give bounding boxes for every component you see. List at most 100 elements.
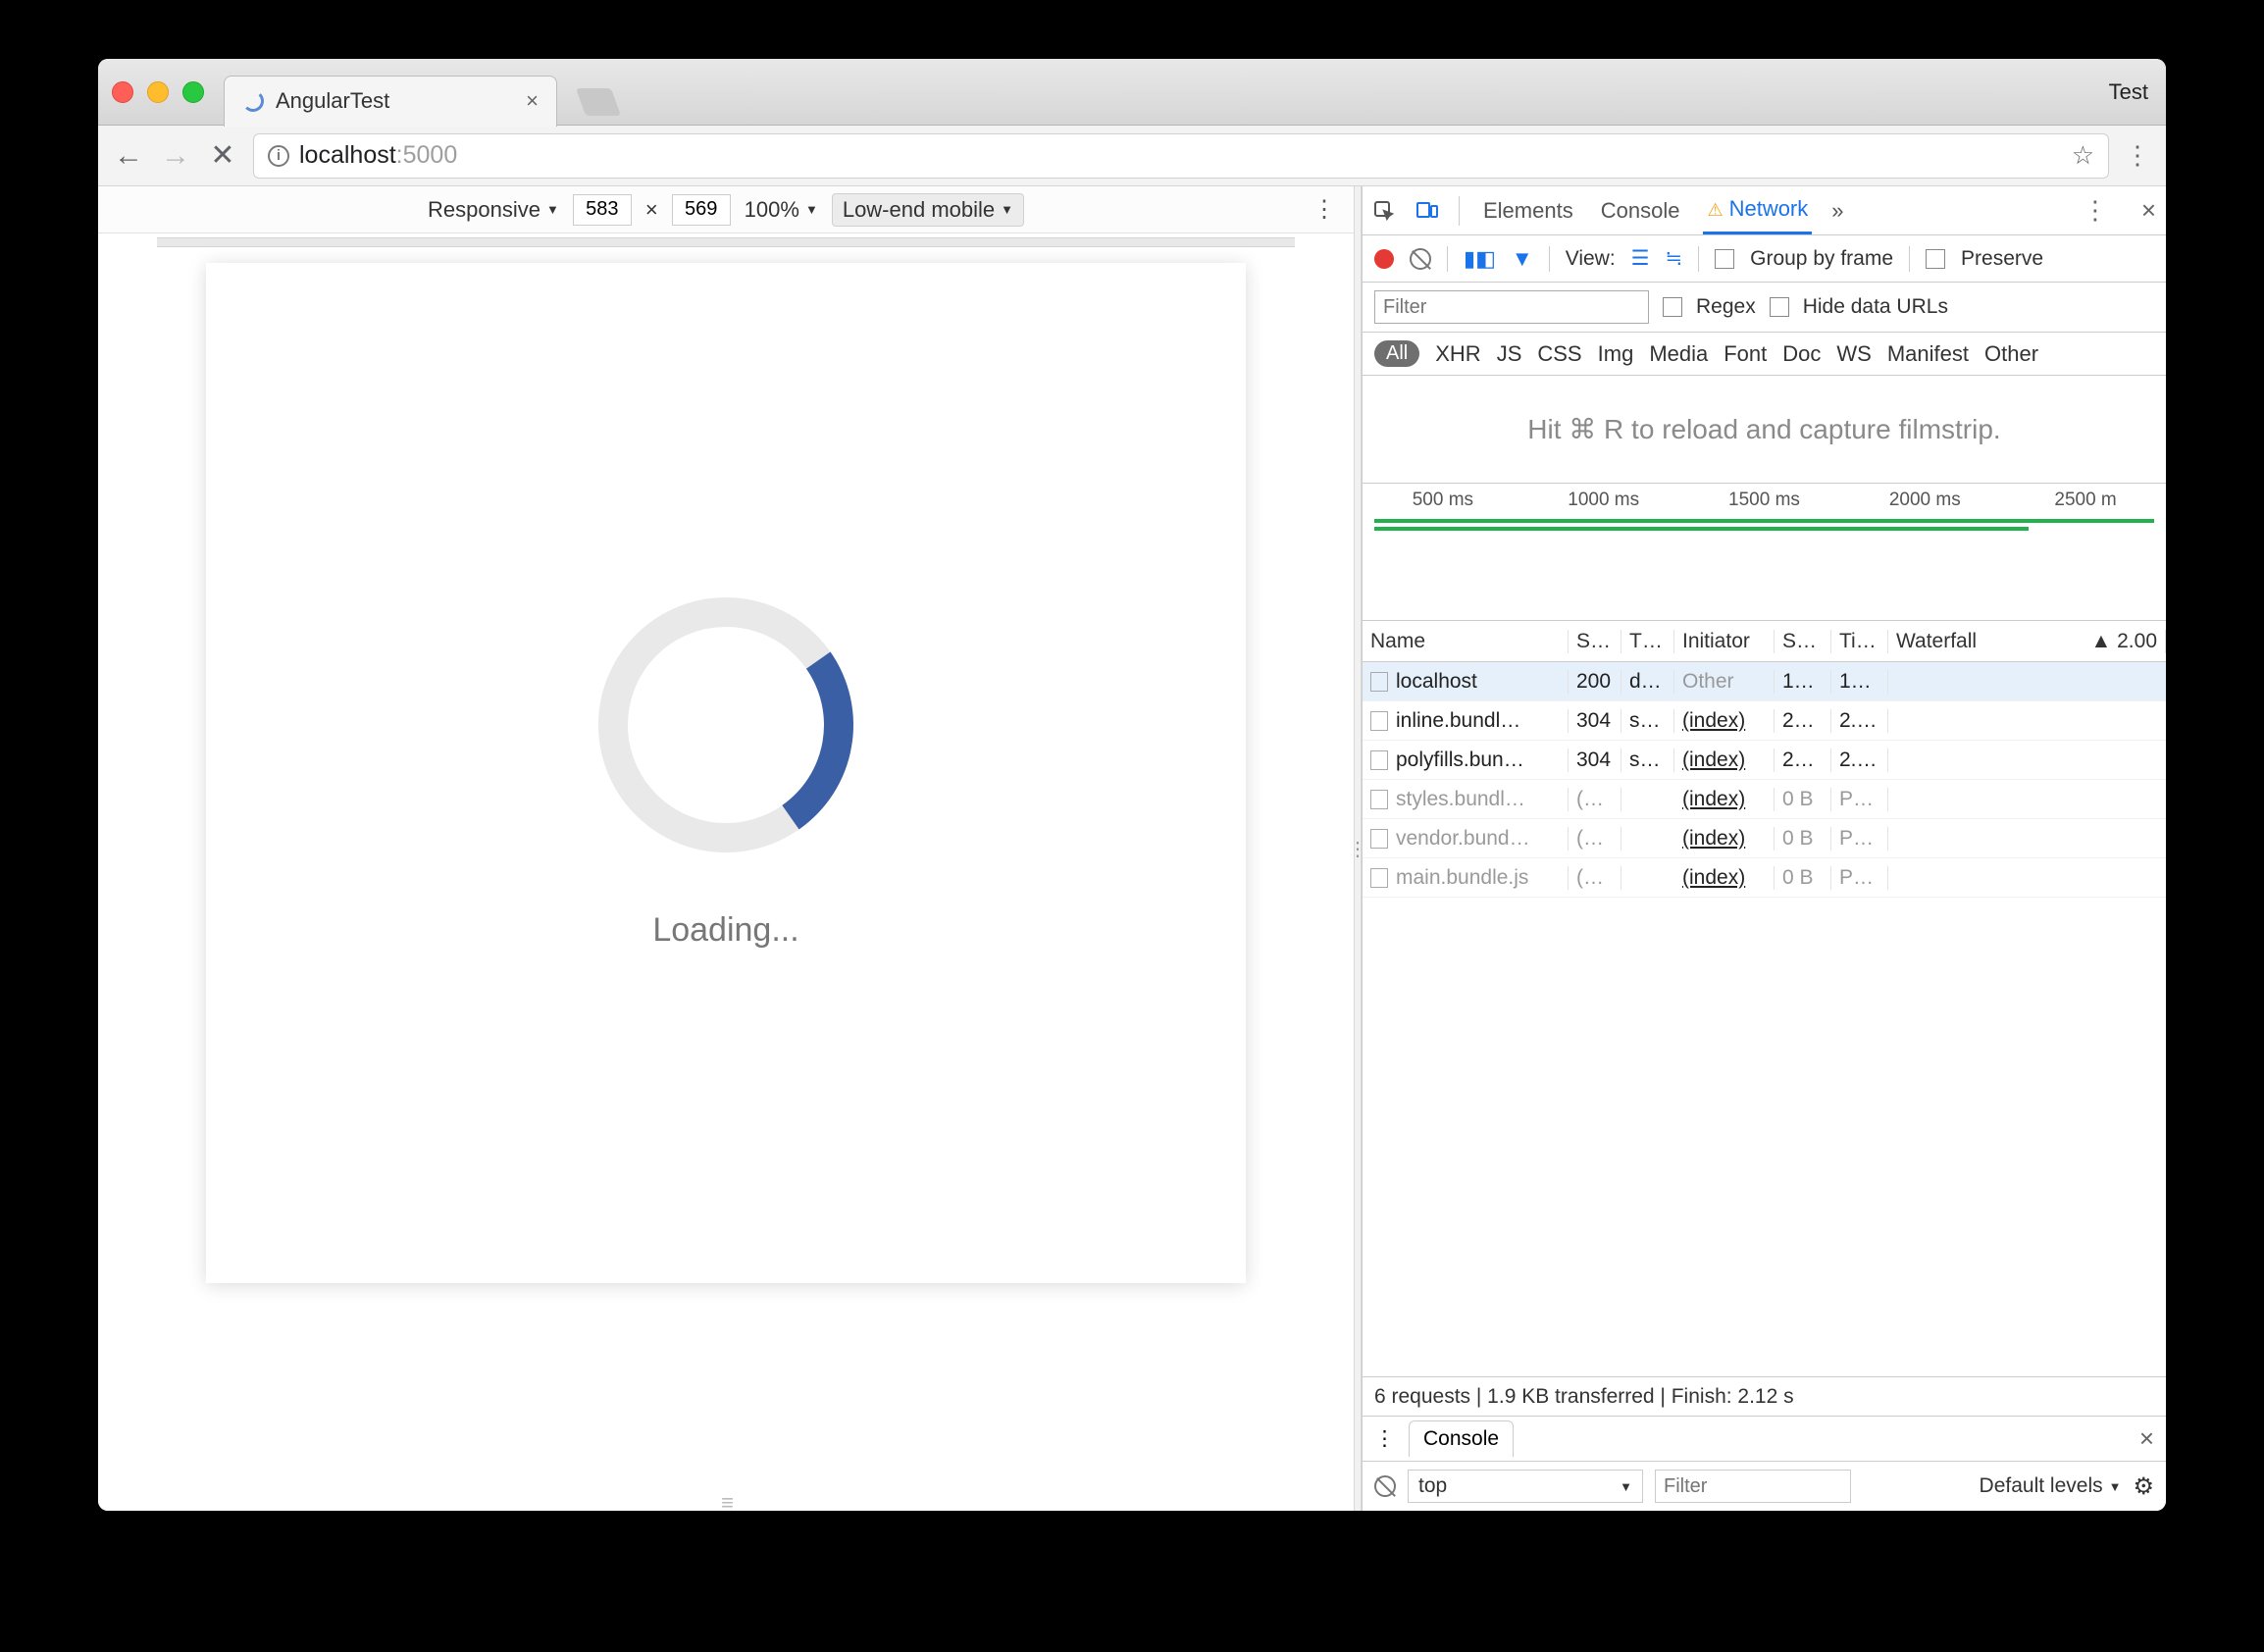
omnibox[interactable]: i localhost:5000 ☆	[253, 133, 2109, 179]
col-name[interactable]: Name	[1363, 630, 1569, 653]
preserve-label: Preserve	[1961, 247, 2043, 271]
devtools-more-icon[interactable]: ⋮	[2083, 195, 2108, 226]
console-settings-icon[interactable]: ⚙	[2133, 1472, 2154, 1501]
tl-500: 500 ms	[1363, 490, 1523, 511]
clear-icon[interactable]	[1410, 248, 1431, 270]
drawer-close-icon[interactable]: ×	[2139, 1423, 2154, 1454]
col-initiator[interactable]: Initiator	[1674, 630, 1775, 653]
table-row[interactable]: polyfills.bun…304s…(index)2…2.…	[1363, 741, 2166, 780]
zoom-select[interactable]: 100% ▼	[745, 197, 818, 223]
filter-icon[interactable]: ▼	[1512, 246, 1533, 272]
close-window-icon[interactable]	[112, 81, 133, 103]
emulated-viewport[interactable]: Loading...	[206, 263, 1246, 1283]
devtools-close-icon[interactable]: ×	[2141, 195, 2156, 226]
preserve-checkbox[interactable]	[1926, 249, 1945, 269]
stop-button[interactable]: ✕	[206, 139, 239, 173]
type-img[interactable]: Img	[1598, 341, 1634, 367]
type-ws[interactable]: WS	[1836, 341, 1871, 367]
bookmark-icon[interactable]: ☆	[2072, 140, 2094, 171]
screenshot-icon[interactable]: ▮◧	[1464, 246, 1496, 272]
width-input[interactable]	[573, 194, 632, 226]
col-waterfall[interactable]: Waterfall2.00▲	[1888, 630, 2166, 653]
content-area: Responsive ▼ × 100% ▼ Low-end mobile ▼ ⋮…	[98, 186, 2166, 1511]
col-status[interactable]: S…	[1569, 630, 1621, 653]
drawer-more-icon[interactable]: ⋮	[1374, 1426, 1395, 1451]
type-xhr[interactable]: XHR	[1435, 341, 1480, 367]
col-type[interactable]: T…	[1621, 630, 1674, 653]
filmstrip-hint: Hit ⌘ R to reload and capture filmstrip.	[1363, 376, 2166, 484]
tab-console[interactable]: Console	[1597, 188, 1684, 233]
type-css[interactable]: CSS	[1537, 341, 1581, 367]
file-icon	[1370, 750, 1388, 770]
filter-row: Regex Hide data URLs	[1363, 283, 2166, 333]
type-all[interactable]: All	[1374, 340, 1419, 367]
device-more-icon[interactable]: ⋮	[1312, 195, 1336, 224]
table-row[interactable]: styles.bundl…(p…(index)0 BP…	[1363, 780, 2166, 819]
levels-select[interactable]: Default levels ▼	[1980, 1474, 2122, 1498]
table-row[interactable]: vendor.bund…(p…(index)0 BP…	[1363, 819, 2166, 858]
spinner-favicon-icon	[242, 90, 264, 112]
browser-tab[interactable]: AngularTest ×	[224, 76, 557, 127]
device-mode-select[interactable]: Responsive ▼	[428, 197, 559, 223]
site-info-icon[interactable]: i	[268, 145, 289, 167]
tl-2000: 2000 ms	[1844, 490, 2005, 511]
drawer-console-tab[interactable]: Console	[1409, 1420, 1514, 1457]
context-select[interactable]: top▼	[1408, 1470, 1643, 1503]
pane-splitter[interactable]: ⋮	[1354, 186, 1362, 1511]
minimize-window-icon[interactable]	[147, 81, 169, 103]
file-icon	[1370, 711, 1388, 731]
type-font[interactable]: Font	[1724, 341, 1767, 367]
regex-checkbox[interactable]	[1663, 297, 1682, 317]
tab-title: AngularTest	[276, 88, 514, 114]
record-icon[interactable]	[1374, 249, 1394, 269]
profile-label[interactable]: Test	[2109, 79, 2148, 105]
network-summary: 6 requests | 1.9 KB transferred | Finish…	[1363, 1376, 2166, 1416]
col-time[interactable]: Ti…	[1831, 630, 1888, 653]
file-icon	[1370, 829, 1388, 849]
new-tab-button[interactable]	[576, 88, 621, 116]
group-label: Group by frame	[1750, 247, 1893, 271]
back-button[interactable]: ←	[112, 139, 145, 173]
type-manifest[interactable]: Manifest	[1887, 341, 1969, 367]
tab-network[interactable]: Network	[1703, 186, 1812, 234]
large-rows-icon[interactable]: ☰	[1631, 246, 1650, 271]
waterfall-view-icon[interactable]: ≒	[1666, 246, 1683, 271]
browser-window: AngularTest × Test ← → ✕ i localhost:500…	[98, 59, 2166, 1511]
regex-label: Regex	[1696, 295, 1756, 319]
network-header: Name S… T… Initiator S… Ti… Waterfall2.0…	[1363, 621, 2166, 662]
tabs-overflow-icon[interactable]: »	[1831, 198, 1843, 224]
col-size[interactable]: S…	[1775, 630, 1831, 653]
zoom-window-icon[interactable]	[182, 81, 204, 103]
file-icon	[1370, 868, 1388, 888]
inspect-icon[interactable]	[1372, 199, 1396, 223]
url-text: localhost:5000	[299, 141, 457, 170]
browser-menu-icon[interactable]: ⋮	[2123, 140, 2152, 171]
console-clear-icon[interactable]	[1374, 1475, 1396, 1497]
page-pane: Responsive ▼ × 100% ▼ Low-end mobile ▼ ⋮…	[98, 186, 1354, 1511]
tl-1500: 1500 ms	[1684, 490, 1845, 511]
type-other[interactable]: Other	[1984, 341, 2038, 367]
address-bar: ← → ✕ i localhost:5000 ☆ ⋮	[98, 126, 2166, 186]
type-doc[interactable]: Doc	[1782, 341, 1821, 367]
type-js[interactable]: JS	[1497, 341, 1522, 367]
resize-grip-icon[interactable]: ≡	[98, 1495, 1354, 1511]
table-row[interactable]: main.bundle.js(p…(index)0 BP…	[1363, 858, 2166, 898]
height-input[interactable]	[672, 194, 731, 226]
network-filter-input[interactable]	[1374, 290, 1649, 324]
table-row[interactable]: inline.bundl…304s…(index)2…2.…	[1363, 701, 2166, 741]
timeline[interactable]: 500 ms 1000 ms 1500 ms 2000 ms 2500 m	[1363, 484, 2166, 621]
type-filters: All XHR JS CSS Img Media Font Doc WS Man…	[1363, 333, 2166, 376]
network-rows: localhost200d…Other1…1…inline.bundl…304s…	[1363, 662, 2166, 1376]
type-media[interactable]: Media	[1649, 341, 1708, 367]
throttle-select[interactable]: Low-end mobile ▼	[832, 193, 1024, 227]
tl-1000: 1000 ms	[1523, 490, 1684, 511]
device-toggle-icon[interactable]	[1415, 199, 1439, 223]
console-filter-input[interactable]	[1655, 1470, 1851, 1503]
viewport-wrap: Loading...	[98, 247, 1354, 1495]
hide-data-checkbox[interactable]	[1770, 297, 1789, 317]
tl-2500: 2500 m	[2005, 490, 2166, 511]
tab-elements[interactable]: Elements	[1479, 188, 1577, 233]
group-checkbox[interactable]	[1715, 249, 1734, 269]
tab-close-icon[interactable]: ×	[526, 88, 539, 114]
table-row[interactable]: localhost200d…Other1…1…	[1363, 662, 2166, 701]
